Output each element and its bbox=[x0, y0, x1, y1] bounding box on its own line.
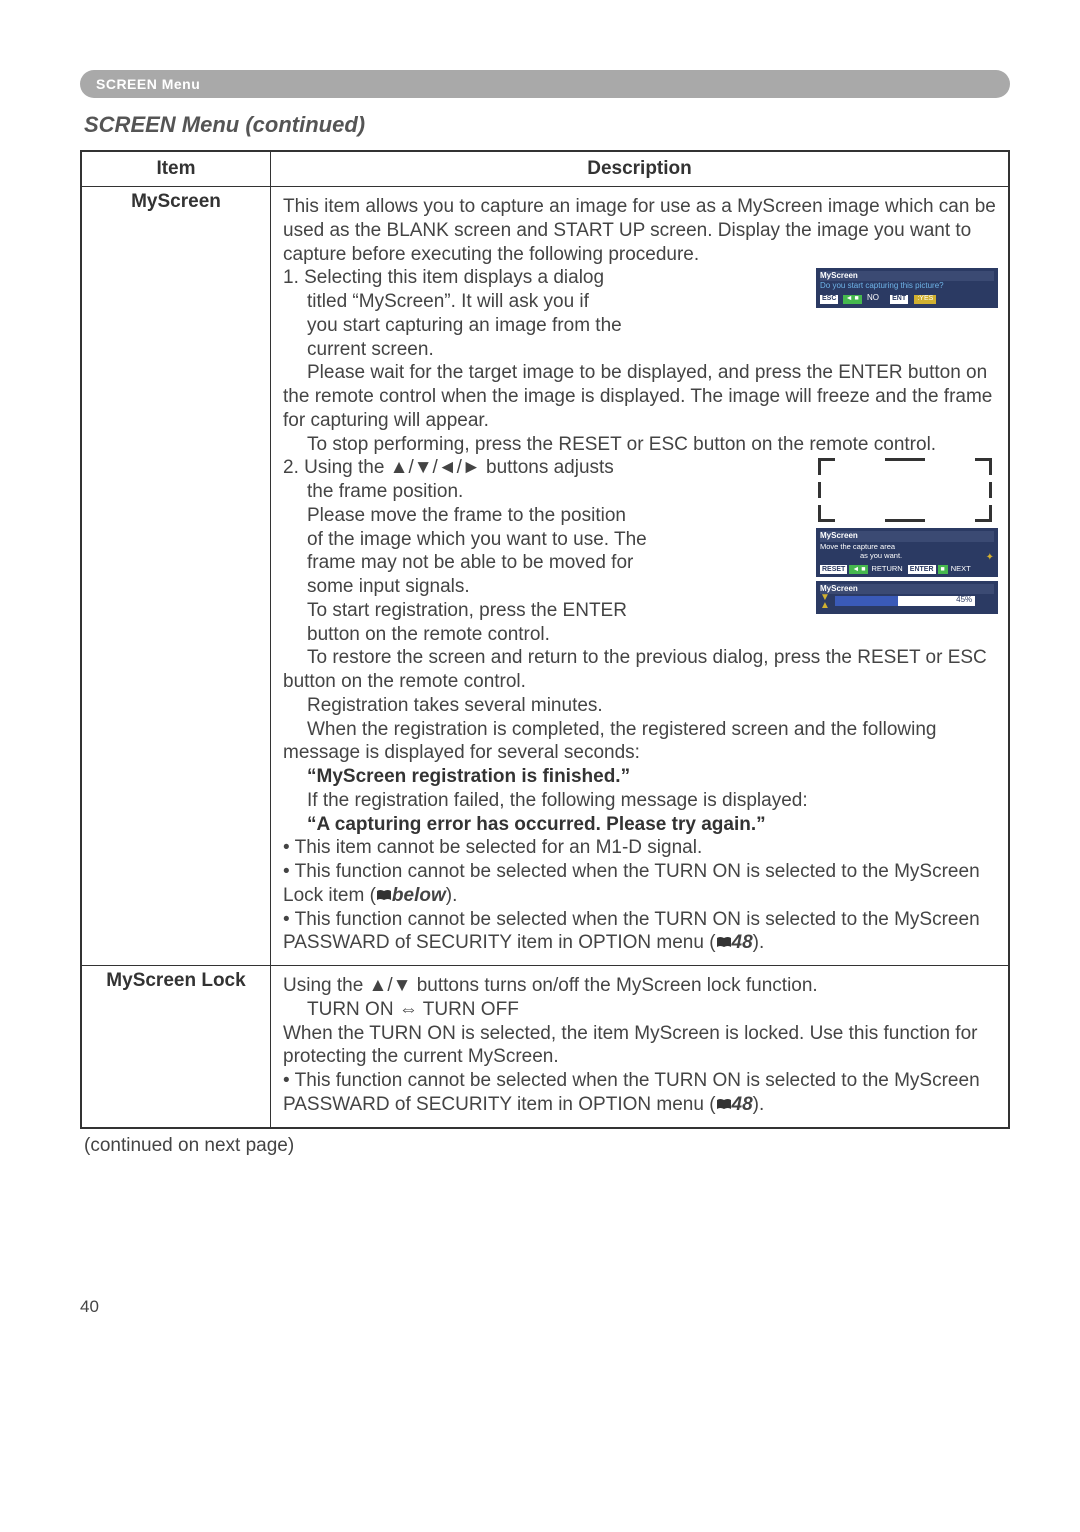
ref: 48 bbox=[732, 1094, 753, 1115]
progress-dialog: MyScreen ▼▲ 45% bbox=[816, 581, 998, 614]
hourglass-icon: ▼▲ bbox=[820, 594, 830, 610]
text: Registration takes several minutes. bbox=[283, 695, 603, 716]
text: you start capturing an image from the bbox=[283, 315, 622, 336]
page-title: SCREEN Menu (continued) bbox=[84, 112, 1010, 138]
text: ). bbox=[753, 932, 765, 953]
fig2-l1: Move the capture area bbox=[820, 542, 994, 552]
fig3-pct: 45% bbox=[956, 595, 972, 605]
manual-ref-icon bbox=[716, 1098, 732, 1111]
menu-table: Item Description MyScreen This item allo… bbox=[80, 150, 1010, 1129]
fig1-ent: ENT bbox=[890, 295, 908, 303]
text: 1. Selecting this item displays a dialog bbox=[283, 267, 604, 288]
fig2-reset: RESET bbox=[820, 565, 847, 574]
fig2-return: RETURN bbox=[871, 564, 902, 573]
capture-frame-icon bbox=[816, 456, 994, 524]
item-myscreen: MyScreen bbox=[81, 187, 271, 966]
text: • This function cannot be selected when … bbox=[283, 1070, 980, 1115]
header-pill: SCREEN Menu bbox=[80, 70, 1010, 98]
text: current screen. bbox=[283, 339, 434, 360]
text: “MyScreen registration is finished.” bbox=[283, 766, 630, 787]
text: When the TURN ON is selected, the item M… bbox=[283, 1023, 977, 1068]
text: “A capturing error has occurred. Please … bbox=[283, 814, 766, 835]
fig2-enter: ENTER bbox=[908, 565, 936, 574]
text: the frame position. bbox=[283, 481, 463, 502]
table-row: MyScreen This item allows you to capture… bbox=[81, 187, 1009, 966]
fig2-next: NEXT bbox=[951, 564, 971, 573]
fig1-title: MyScreen bbox=[820, 271, 994, 281]
fig1-esc: ESC bbox=[820, 295, 838, 303]
text: Please move the frame to the position bbox=[283, 505, 626, 526]
fig2-title: MyScreen bbox=[820, 531, 994, 541]
text: button on the remote control. bbox=[283, 624, 550, 645]
text: To stop performing, press the RESET or E… bbox=[283, 434, 936, 455]
text: When the registration is completed, the … bbox=[283, 719, 936, 764]
text: Please wait for the target image to be d… bbox=[283, 362, 992, 431]
text: of the image which you want to use. The bbox=[283, 529, 647, 550]
text: This item allows you to capture an image… bbox=[283, 196, 996, 265]
text: If the registration failed, the followin… bbox=[283, 790, 808, 811]
ref: 48 bbox=[732, 932, 753, 953]
header-pill-text: SCREEN Menu bbox=[96, 76, 200, 92]
text: TURN ON ⇔ TURN OFF bbox=[283, 999, 519, 1020]
move-area-dialog: MyScreen Move the capture area as you wa… bbox=[816, 528, 998, 577]
desc-myscreen-lock: Using the ▲/▼ buttons turns on/off the M… bbox=[271, 966, 1010, 1128]
item-myscreen-lock: MyScreen Lock bbox=[81, 966, 271, 1128]
manual-ref-icon bbox=[376, 889, 392, 902]
dialog-confirm-figure: MyScreen Do you start capturing this pic… bbox=[816, 268, 998, 308]
col-desc: Description bbox=[271, 151, 1010, 187]
text: some input signals. bbox=[283, 576, 470, 597]
text: titled “MyScreen”. It will ask you if bbox=[283, 291, 589, 312]
page-number: 40 bbox=[80, 1297, 1010, 1317]
desc-myscreen: This item allows you to capture an image… bbox=[271, 187, 1010, 966]
fig1-question: Do you start capturing this picture? bbox=[820, 281, 994, 291]
ref: below bbox=[392, 885, 446, 906]
fig1-no: NO bbox=[867, 293, 879, 302]
capture-figures: MyScreen Move the capture area as you wa… bbox=[816, 456, 998, 614]
text: 2. Using the ▲/▼/◄/► buttons adjusts bbox=[283, 457, 614, 478]
text: • This function cannot be selected when … bbox=[283, 909, 980, 954]
fig3-title: MyScreen bbox=[820, 584, 994, 594]
fig2-l2: as you want. bbox=[820, 551, 902, 561]
arrow-icon: ✦ bbox=[986, 551, 994, 564]
table-row: MyScreen Lock Using the ▲/▼ buttons turn… bbox=[81, 966, 1009, 1128]
text: ). bbox=[753, 1094, 765, 1115]
text: ). bbox=[446, 885, 458, 906]
manual-ref-icon bbox=[716, 936, 732, 949]
text: • This item cannot be selected for an M1… bbox=[283, 837, 702, 858]
text: To start registration, press the ENTER bbox=[283, 600, 627, 621]
text: frame may not be able to be moved for bbox=[283, 552, 633, 573]
text: Using the ▲/▼ buttons turns on/off the M… bbox=[283, 975, 818, 996]
text: To restore the screen and return to the … bbox=[283, 647, 987, 692]
col-item: Item bbox=[81, 151, 271, 187]
continued-note: (continued on next page) bbox=[84, 1135, 1010, 1157]
